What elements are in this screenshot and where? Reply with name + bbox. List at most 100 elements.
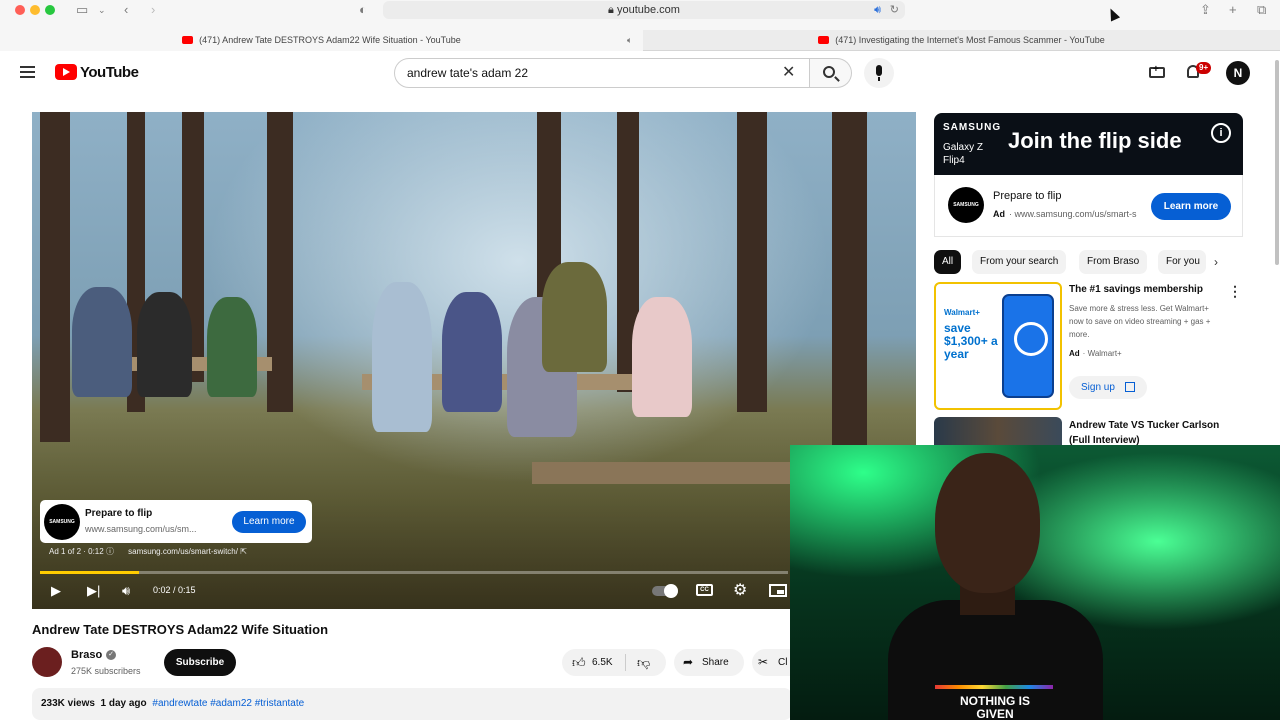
new-tab-icon[interactable]: + (1229, 2, 1237, 18)
share-button[interactable]: ➦ Share (674, 649, 744, 676)
forward-icon[interactable]: › (151, 2, 155, 18)
tab-2-label: (471) Investigating the Internet's Most … (835, 35, 1105, 45)
banner-headline: Join the flip side (1008, 128, 1182, 153)
youtube-masthead: YouTube andrew tate's adam 22 ✕ 9+ N (0, 51, 1280, 95)
account-avatar[interactable]: N (1226, 61, 1250, 85)
description-box[interactable]: 233K views 1 day ago #andrewtate #adam22… (32, 688, 792, 720)
minimize-window-icon[interactable] (30, 5, 40, 15)
video-frame-tree (832, 112, 867, 452)
chip-for-you[interactable]: For you (1158, 250, 1206, 274)
back-icon[interactable]: ‹ (124, 2, 128, 18)
youtube-logo-text[interactable]: YouTube (80, 64, 139, 81)
ad-card-title: Prepare to flip (85, 508, 153, 519)
notification-badge: 9+ (1196, 62, 1212, 74)
banner-brand: SAMSUNG (943, 122, 1002, 133)
sidebar-toggle-icon[interactable]: ▭ (76, 2, 88, 18)
hashtags[interactable]: #andrewtate #adam22 #tristantate (152, 698, 304, 709)
shirt-rainbow-stripe (935, 685, 1053, 689)
tab-1[interactable]: (471) Andrew Tate DESTROYS Adam22 Wife S… (0, 30, 643, 51)
chip-from-your-search[interactable]: From your search (972, 250, 1067, 274)
browser-titlebar: ▭ ⌄ ‹ › ◐ 🔒︎ youtube.com 🔊︎ ↻ ⇪ + ⧉ (0, 0, 1280, 30)
walmart-ad-thumbnail[interactable]: Walmart+ save $1,300+ a year (934, 282, 1062, 410)
like-count[interactable]: 6.5K (592, 649, 613, 676)
walmart-ad-title[interactable]: The #1 savings membership (1069, 284, 1203, 295)
menu-icon[interactable] (20, 66, 35, 78)
sidebar-ad-title: Prepare to flip (993, 190, 1062, 202)
channel-avatar[interactable] (32, 647, 62, 677)
chevron-down-icon[interactable]: ⌄ (98, 2, 106, 18)
video-frame-table (532, 462, 832, 484)
audio-playing-icon[interactable]: 🔊︎ (874, 1, 881, 19)
samsung-logo: SAMSUNG (44, 504, 80, 540)
ad-learn-more-button[interactable]: Learn more (232, 511, 306, 533)
search-input[interactable]: andrew tate's adam 22 (394, 58, 810, 88)
reload-icon[interactable]: ↻ (890, 1, 899, 19)
scissors-icon: ✂ (758, 655, 769, 669)
time-display: 0:02 / 0:15 (153, 585, 196, 595)
create-video-icon[interactable] (1149, 64, 1165, 78)
walmart-ad-meta: Ad · Walmart+ (1069, 349, 1122, 358)
thumbs-down-icon[interactable]: 👎︎ (637, 649, 650, 676)
video-frame-person (542, 262, 607, 372)
next-icon[interactable]: ▶| (87, 583, 100, 599)
ad-url-link[interactable]: samsung.com/us/smart-switch/ (128, 547, 238, 556)
sidebar-ad-details[interactable]: SAMSUNG Prepare to flip Ad · www.samsung.… (934, 175, 1243, 237)
shield-icon[interactable]: ◐ (359, 2, 367, 18)
lock-icon: 🔒︎ (608, 4, 617, 16)
ad-label: Ad (993, 209, 1005, 219)
banner-model: Galaxy Z Flip4 (943, 142, 984, 166)
close-window-icon[interactable] (15, 5, 25, 15)
address-bar[interactable]: 🔒︎ youtube.com 🔊︎ ↻ (383, 1, 905, 19)
search-button[interactable] (810, 58, 852, 88)
subscribe-button[interactable]: Subscribe (164, 649, 236, 676)
view-count: 233K views (41, 698, 95, 709)
captions-icon[interactable]: CC (696, 584, 713, 596)
share-icon[interactable]: ⇪ (1200, 2, 1211, 18)
clip-label: Cl (778, 657, 788, 668)
ad-info: Ad 1 of 2 · 0:12 ⓘ samsung.com/us/smart-… (49, 546, 247, 557)
ad-label: Ad (1069, 349, 1080, 358)
clear-search-icon[interactable]: ✕ (782, 62, 795, 82)
video-ad-card[interactable]: SAMSUNG Prepare to flip www.samsung.com/… (40, 500, 312, 543)
share-label: Share (702, 657, 729, 668)
youtube-logo-icon[interactable] (55, 64, 77, 80)
video-frame-tree (737, 112, 767, 412)
walmart-advertiser: Walmart+ (1087, 349, 1122, 358)
recommended-video-thumbnail[interactable] (934, 417, 1062, 447)
share-arrow-icon: ➦ (683, 655, 694, 669)
chevron-right-icon[interactable]: › (1214, 255, 1218, 269)
info-icon[interactable]: ⓘ (106, 547, 114, 556)
more-options-icon[interactable]: ⋮ (1228, 283, 1242, 300)
zoom-window-icon[interactable] (45, 5, 55, 15)
search-icon (823, 66, 835, 78)
chip-from-braso[interactable]: From Braso (1079, 250, 1148, 274)
video-frame-person (632, 297, 692, 417)
chip-all[interactable]: All (934, 250, 962, 274)
tab-2[interactable]: (471) Investigating the Internet's Most … (643, 30, 1280, 51)
miniplayer-icon[interactable] (769, 584, 787, 597)
video-title: Andrew Tate DESTROYS Adam22 Wife Situati… (32, 622, 329, 637)
video-frame-tree (40, 112, 70, 442)
volume-icon[interactable]: 🔊︎ (122, 583, 130, 599)
tab-mute-icon[interactable]: 🔈︎ (627, 30, 632, 51)
play-icon[interactable]: ▶ (51, 583, 61, 599)
page-scrollbar[interactable] (1275, 60, 1279, 265)
webcam-person-head (935, 453, 1040, 593)
progress-bar[interactable] (40, 571, 788, 574)
sidebar-banner-ad[interactable]: SAMSUNG Galaxy Z Flip4 Join the flip sid… (934, 113, 1243, 175)
sidebar-learn-more-button[interactable]: Learn more (1151, 193, 1231, 220)
sign-up-button[interactable]: Sign up (1069, 376, 1147, 399)
thumbs-up-icon[interactable]: 👍︎ (572, 649, 586, 676)
autoplay-toggle[interactable] (652, 584, 678, 598)
channel-name[interactable]: Braso (71, 649, 102, 661)
phone-graphic (1002, 294, 1054, 398)
walmart-ad-description: Save more & stress less. Get Walmart+ no… (1069, 304, 1211, 339)
video-frame-person (137, 292, 192, 397)
settings-gear-icon[interactable]: ⚙ (733, 583, 747, 599)
recommended-video-title[interactable]: Andrew Tate VS Tucker Carlson (Full Inte… (1069, 418, 1239, 448)
ad-info-icon[interactable]: i (1211, 123, 1231, 143)
tab-overview-icon[interactable]: ⧉ (1257, 2, 1266, 18)
webcam-overlay: NOTHING IS GIVEN (790, 445, 1280, 720)
progress-fill (40, 571, 140, 574)
voice-search-button[interactable] (864, 58, 894, 88)
